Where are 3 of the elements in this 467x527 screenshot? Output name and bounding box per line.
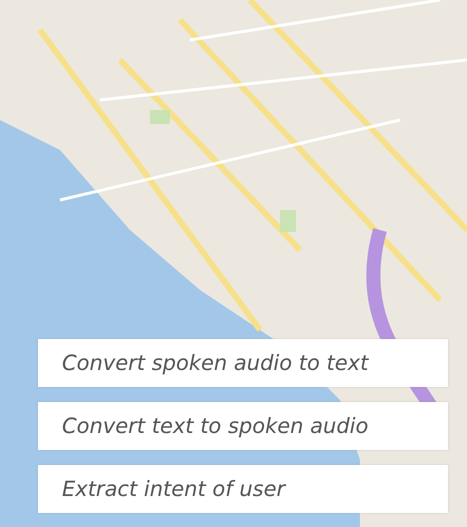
feature-card: Extract intent of user [38, 465, 448, 513]
feature-card: Convert spoken audio to text [38, 339, 448, 387]
feature-card: Convert text to spoken audio [38, 402, 448, 450]
